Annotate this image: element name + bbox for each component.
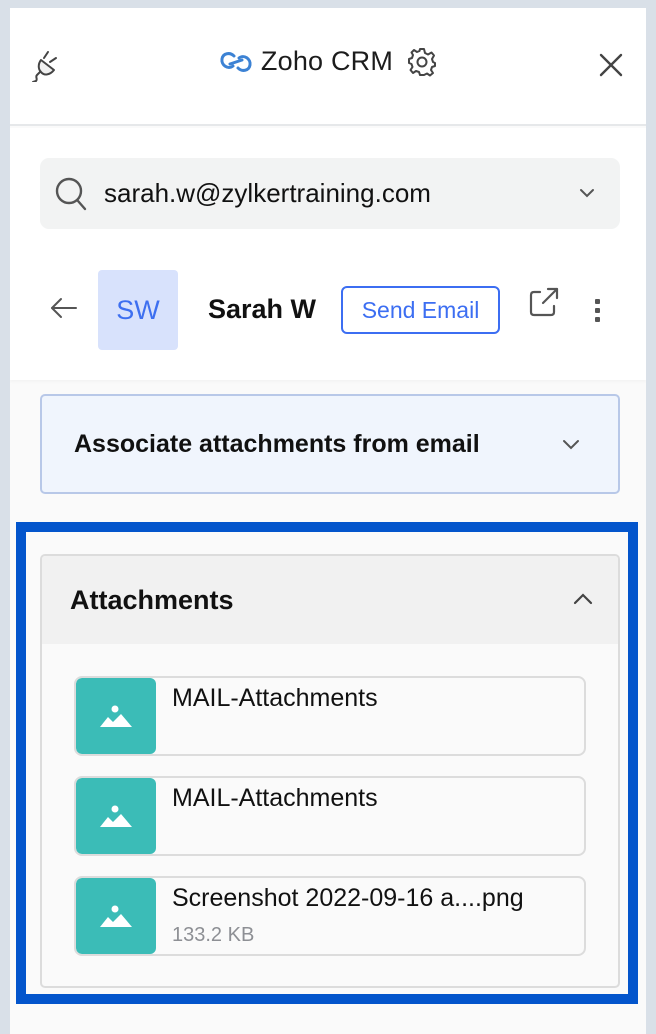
search-icon: [55, 177, 87, 210]
zoho-logo-icon: [220, 51, 252, 72]
attachment-thumbnail: [76, 678, 156, 754]
attachment-size: 133.2 KB: [172, 924, 255, 946]
associate-attachments-section[interactable]: Associate attachments from email: [40, 394, 620, 494]
attachments-header[interactable]: Attachments: [42, 556, 618, 644]
external-link-icon[interactable]: [528, 286, 560, 318]
chevron-down-icon[interactable]: [578, 184, 596, 202]
attachments-title: Attachments: [70, 584, 234, 615]
top-bar: Zoho CRM: [10, 8, 646, 126]
attachment-thumbnail: [76, 878, 156, 954]
attachment-name: MAIL-Attachments: [172, 684, 378, 712]
associate-attachments-label: Associate attachments from email: [74, 429, 480, 458]
attachment-item[interactable]: MAIL-Attachments: [74, 776, 586, 856]
attachments-section: Attachments MAIL-Attachments MAIL-Attach…: [40, 554, 620, 988]
image-icon: [100, 905, 132, 927]
contact-name: Sarah W: [208, 294, 317, 324]
arrow-left-icon[interactable]: [48, 294, 80, 322]
image-icon: [100, 805, 132, 827]
more-vertical-icon[interactable]: [588, 290, 608, 330]
app-title: Zoho CRM: [260, 46, 394, 76]
chevron-down-icon[interactable]: [562, 438, 580, 452]
attachment-thumbnail: [76, 778, 156, 854]
attachment-item[interactable]: MAIL-Attachments: [74, 676, 586, 756]
gear-icon[interactable]: [407, 47, 437, 77]
attachment-name: Screenshot 2022-09-16 a....png: [172, 884, 524, 912]
search-input[interactable]: [104, 178, 544, 209]
close-icon[interactable]: [598, 52, 624, 78]
contact-area: SW Sarah W Send Email: [10, 128, 646, 380]
brand: Zoho CRM: [10, 46, 646, 77]
attachment-name: MAIL-Attachments: [172, 784, 378, 812]
attachment-item[interactable]: Screenshot 2022-09-16 a....png 133.2 KB: [74, 876, 586, 956]
send-email-button[interactable]: Send Email: [341, 286, 500, 334]
chevron-up-icon[interactable]: [572, 592, 594, 606]
avatar: SW: [98, 270, 178, 350]
attachments-list: MAIL-Attachments MAIL-Attachments Screen…: [42, 644, 618, 956]
image-icon: [100, 705, 132, 727]
crm-panel: Zoho CRM SW: [10, 8, 646, 1034]
search-box[interactable]: [40, 158, 620, 229]
contact-row: SW Sarah W Send Email: [10, 270, 646, 350]
